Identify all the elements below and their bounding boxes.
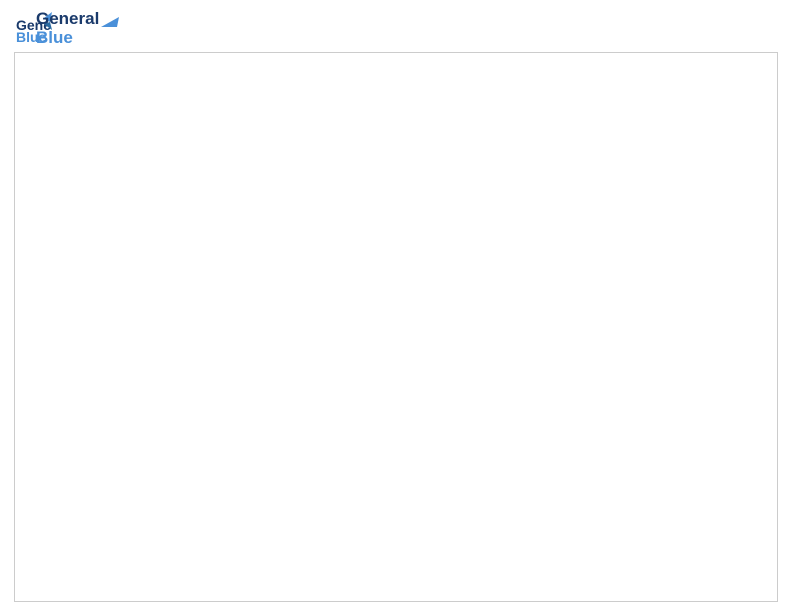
calendar [14, 52, 778, 602]
header: General Blue General Blue [14, 10, 778, 48]
calendar-body [15, 53, 777, 601]
logo: General Blue General Blue [14, 10, 119, 48]
logo-blue: Blue [36, 29, 119, 48]
logo-text: General [36, 10, 119, 29]
page: General Blue General Blue [0, 0, 792, 612]
